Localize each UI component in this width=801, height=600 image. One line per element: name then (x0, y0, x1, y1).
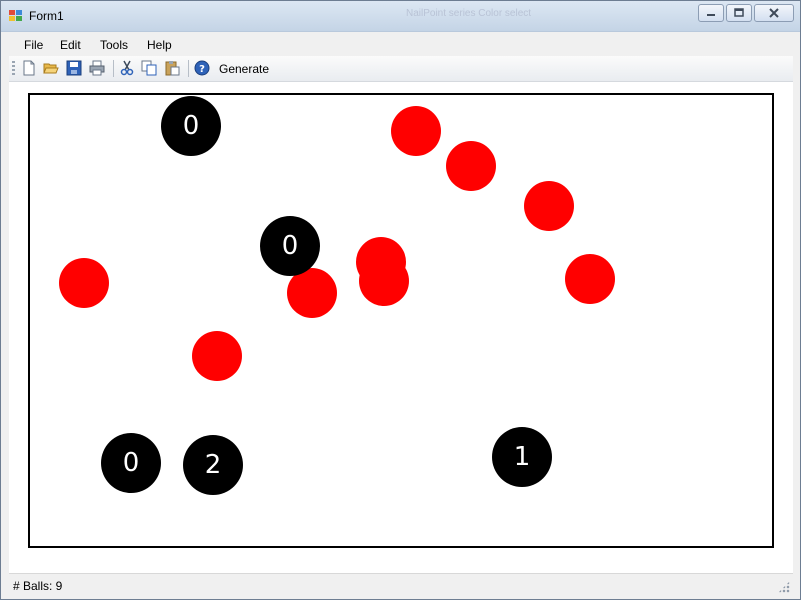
toolbar-separator (188, 60, 189, 77)
ball-canvas[interactable]: 0 0 0 2 1 (28, 93, 774, 548)
window-title: Form1 (29, 9, 64, 23)
menu-file[interactable]: File (24, 38, 43, 52)
cut-icon[interactable] (119, 60, 135, 76)
form-client-area: 0 0 0 2 1 (9, 82, 793, 573)
close-icon (755, 5, 793, 21)
close-button[interactable] (754, 4, 794, 22)
app-window: Form1 NailPoint series Color select File (0, 0, 801, 600)
red-ball (391, 106, 441, 156)
new-file-icon[interactable] (21, 60, 37, 76)
status-bar: # Balls: 9 (9, 573, 793, 596)
paste-icon[interactable] (164, 60, 180, 76)
maximize-icon (727, 5, 751, 21)
print-icon[interactable] (89, 60, 105, 76)
red-ball (192, 331, 242, 381)
red-ball (565, 254, 615, 304)
open-folder-icon[interactable] (43, 60, 59, 76)
ball-count-status: # Balls: 9 (13, 579, 63, 593)
generate-button[interactable]: Generate (219, 62, 269, 76)
maximize-button[interactable] (726, 4, 752, 22)
app-icon[interactable] (9, 10, 23, 22)
black-ball: 0 (161, 96, 221, 156)
background-window-title: NailPoint series Color select (406, 8, 532, 19)
toolbar-separator (113, 60, 114, 77)
menu-edit[interactable]: Edit (60, 38, 81, 52)
toolbar: ? Generate (9, 56, 793, 82)
menu-tools[interactable]: Tools (100, 38, 128, 52)
red-ball (359, 256, 409, 306)
menu-help[interactable]: Help (147, 38, 172, 52)
toolbar-grip[interactable] (12, 61, 15, 77)
minimize-button[interactable] (698, 4, 724, 22)
black-ball: 0 (260, 216, 320, 276)
red-ball (446, 141, 496, 191)
resize-grip-icon[interactable] (778, 581, 790, 593)
black-ball: 0 (101, 433, 161, 493)
red-ball (524, 181, 574, 231)
red-ball (59, 258, 109, 308)
copy-icon[interactable] (141, 60, 157, 76)
title-bar[interactable]: Form1 NailPoint series Color select (1, 1, 800, 32)
svg-text:?: ? (199, 64, 205, 75)
minimize-icon (699, 5, 723, 21)
save-icon[interactable] (66, 60, 82, 76)
black-ball: 2 (183, 435, 243, 495)
menu-bar: File Edit Tools Help (9, 32, 793, 56)
black-ball: 1 (492, 427, 552, 487)
help-icon[interactable]: ? (194, 60, 210, 76)
